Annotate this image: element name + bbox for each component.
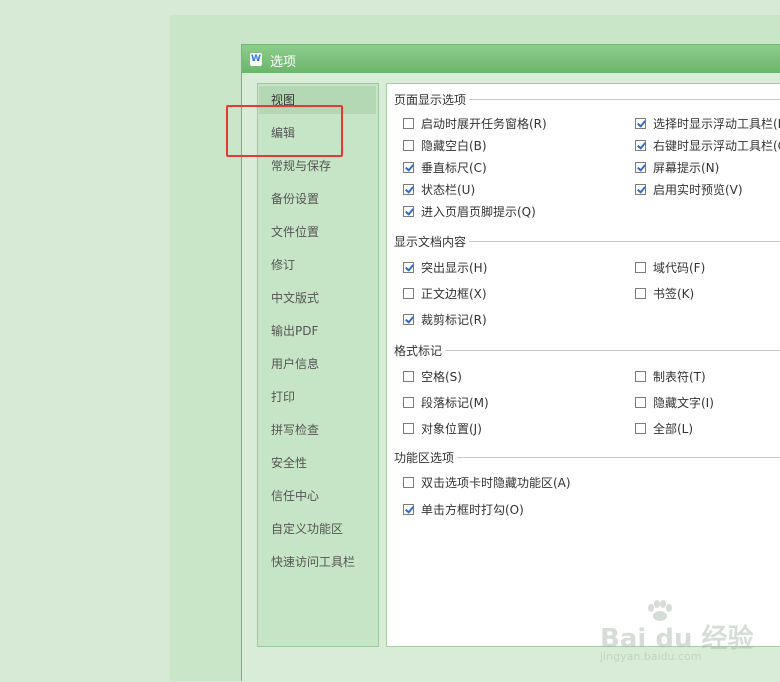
- sidebar-item-revision[interactable]: 修订: [259, 251, 376, 279]
- checkbox[interactable]: [403, 423, 414, 434]
- sidebar-item-quick-access-toolbar[interactable]: 快速访问工具栏: [259, 548, 376, 576]
- sidebar-item-security[interactable]: 安全性: [259, 449, 376, 477]
- section-title-format-marks: 格式标记: [394, 344, 443, 358]
- section-title-page-display: 页面显示选项: [394, 93, 467, 107]
- watermark-url: jingyan.baidu.com: [600, 650, 702, 663]
- checkbox-checked[interactable]: [403, 504, 414, 515]
- dialog-title: 选项: [270, 55, 297, 70]
- sidebar-item-spellcheck[interactable]: 拼写检查: [259, 416, 376, 444]
- checkbox[interactable]: [403, 477, 414, 488]
- checkbox-checked[interactable]: [635, 184, 646, 195]
- checkbox[interactable]: [635, 288, 646, 299]
- sidebar-item-customize-ribbon[interactable]: 自定义功能区: [259, 515, 376, 543]
- checkbox[interactable]: [403, 397, 414, 408]
- section-divider: [457, 457, 780, 458]
- section-title-ribbon: 功能区选项: [394, 451, 455, 465]
- wps-writer-icon: [250, 53, 262, 66]
- baidu-jingyan-watermark: Bai du 经验 jingyan.baidu.com: [600, 600, 770, 670]
- sidebar-item-trust-center[interactable]: 信任中心: [259, 482, 376, 510]
- checkbox[interactable]: [403, 140, 414, 151]
- sidebar-item-export-pdf[interactable]: 输出PDF: [259, 317, 376, 345]
- checkbox[interactable]: [635, 262, 646, 273]
- sidebar-item-chinese-layout[interactable]: 中文版式: [259, 284, 376, 312]
- checkbox-checked[interactable]: [635, 162, 646, 173]
- title-bar[interactable]: 选项: [242, 45, 780, 73]
- checkbox[interactable]: [403, 118, 414, 129]
- checkbox[interactable]: [635, 371, 646, 382]
- checkbox[interactable]: [635, 423, 646, 434]
- sidebar-item-file-location[interactable]: 文件位置: [259, 218, 376, 246]
- options-content-panel: 页面显示选项 启动时展开任务窗格(R) 选择时显示浮动工具栏(D) 隐藏空白(B…: [386, 83, 780, 647]
- red-highlight-annotation: [226, 105, 343, 157]
- sidebar-item-backup[interactable]: 备份设置: [259, 185, 376, 213]
- checkbox-checked[interactable]: [403, 184, 414, 195]
- checkbox-checked[interactable]: [403, 314, 414, 325]
- checkbox-checked[interactable]: [403, 262, 414, 273]
- checkbox[interactable]: [403, 371, 414, 382]
- section-title-doc-content: 显示文档内容: [394, 235, 467, 249]
- checkbox-checked[interactable]: [403, 206, 414, 217]
- checkbox[interactable]: [635, 397, 646, 408]
- checkbox-checked[interactable]: [403, 162, 414, 173]
- sidebar-item-print[interactable]: 打印: [259, 383, 376, 411]
- section-divider: [445, 350, 780, 351]
- section-divider: [469, 99, 780, 100]
- sidebar-item-user-info[interactable]: 用户信息: [259, 350, 376, 378]
- checkbox-checked[interactable]: [635, 140, 646, 151]
- section-divider: [469, 241, 780, 242]
- checkbox-checked[interactable]: [635, 118, 646, 129]
- checkbox[interactable]: [403, 288, 414, 299]
- options-sidebar: 视图 编辑 常规与保存 备份设置 文件位置 修订 中文版式 输出PDF 用户信息…: [257, 83, 379, 647]
